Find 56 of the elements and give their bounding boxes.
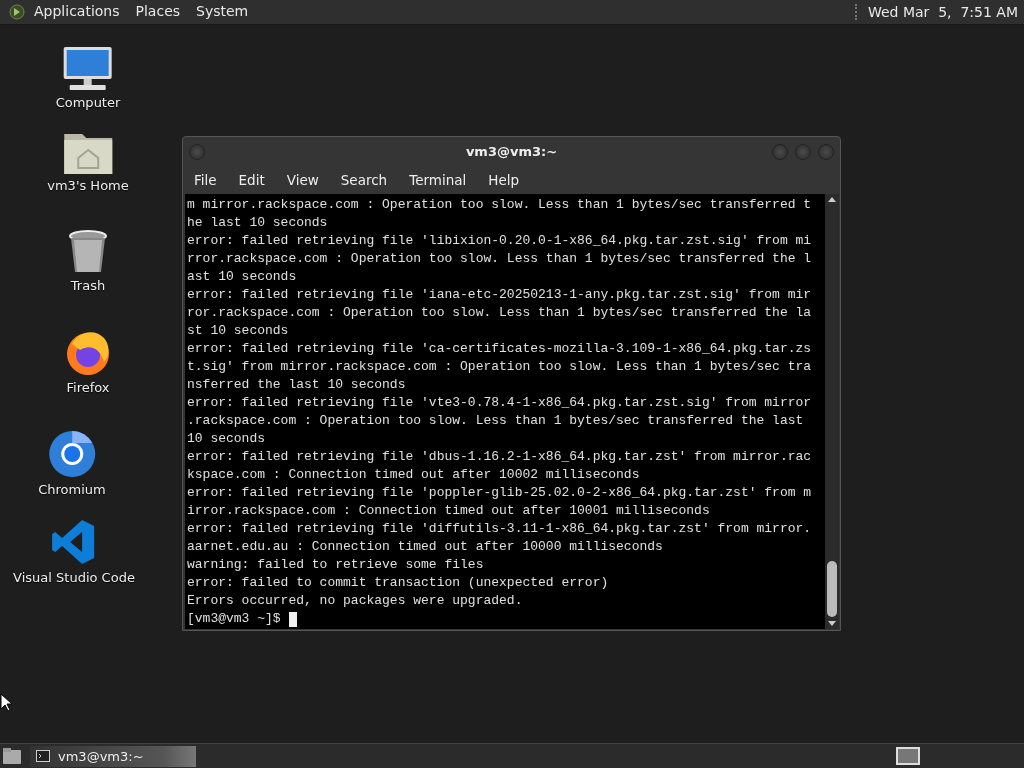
distro-logo-icon [8,3,26,21]
menu-item[interactable]: Help [479,172,529,188]
desktop-icon-label[interactable]: Computer [55,95,121,110]
menu-item[interactable]: File [185,172,226,188]
terminal-line: t.sig' from mirror.rackspace.com : Operation too slow. Less than 1 bytes/sec tra [187,358,812,376]
terminal-line: kspace.com : Connection timed out after 10002 milliseconds [187,466,640,484]
terminal-line: ror.rackspace.com : Operation too slow. Less than 1 bytes/sec transferred the la [187,304,812,322]
terminal-line: error: failed to commit transaction (unexpected error) [187,574,609,592]
terminal-line: error: failed retrieving file 'libixion-0.20.0-1-x86_64.pkg.tar.zst.sig' from mi [187,232,812,250]
panel-menu[interactable]: Applications [26,3,128,21]
terminal-line: he last 10 seconds [187,214,328,232]
menu-item[interactable]: View [277,172,328,188]
window-title: vm3@vm3:~ [465,144,558,159]
shell-prompt: [vm3@vm3 ~]$ [187,610,281,628]
terminal-icon [36,750,50,762]
show-desktop-icon [2,746,22,766]
terminal-line: error: failed retrieving file 'ca-certificates-mozilla-3.109-1-x86_64.pkg.tar.zs [187,340,812,358]
mouse-pointer-icon [0,693,14,713]
terminal-line: nsferred the last 10 seconds [187,376,406,394]
menu-item[interactable]: Terminal [400,172,476,188]
terminal-line: rror.rackspace.com : Operation too slow. Less than 1 bytes/sec transferred the l [187,250,812,268]
terminal-line: Errors occurred, no packages were upgraded. [187,592,523,610]
terminal-line: irror.rackspace.com : Connection timed out after 10001 milliseconds [187,502,710,520]
terminal-line: aarnet.edu.au : Connection timed out after 10000 milliseconds [187,538,663,556]
terminal-line: warning: failed to retrieve some files [187,556,484,574]
close-button[interactable] [818,143,834,160]
terminal-line: ast 10 seconds [187,268,297,286]
terminal-line: error: failed retrieving file 'diffutils-3.11-1-x86_64.pkg.tar.zst' from mirror. [187,520,812,538]
terminal-line: .rackspace.com : Operation too slow. Less than 1 bytes/sec transferred the last [187,412,804,430]
window-menu-button[interactable] [189,143,205,160]
clock[interactable]: Wed Mar 5, 7:51 AM [867,4,1018,20]
text-cursor [288,611,297,627]
scrollbar[interactable] [825,194,839,629]
desktop-icon-label[interactable]: Trash [70,278,106,293]
taskbar-button[interactable]: vm3@vm3:~ [30,745,196,767]
terminal-line: error: failed retrieving file 'vte3-0.78.4-1-x86_64.pkg.tar.zst.sig' from mirror [187,394,812,412]
minimize-button[interactable] [772,143,788,160]
computer-icon [62,45,114,91]
maximize-button[interactable] [795,143,811,160]
desktop-icon-label[interactable]: Chromium [38,482,106,497]
terminal-line: st 10 seconds [187,322,289,340]
desktop-icon-label[interactable]: Visual Studio Code [13,570,135,585]
menu-item[interactable]: Search [331,172,397,188]
terminal-line: m mirror.rackspace.com : Operation too slow. Less than 1 bytes/sec transferred t [187,196,812,214]
chromium-icon [48,430,96,478]
menu-item[interactable]: Edit [229,172,274,188]
terminal-line: error: failed retrieving file 'poppler-glib-25.02.0-2-x86_64.pkg.tar.zst' from m [187,484,812,502]
scrollbar-thumb[interactable] [827,561,837,617]
terminal-line: error: failed retrieving file 'iana-etc-20250213-1-any.pkg.tar.zst.sig' from mir [187,286,812,304]
desktop-icon-label[interactable]: vm3's Home [47,178,129,193]
panel-menu[interactable]: Places [127,3,189,21]
terminal-line: error: failed retrieving file 'dbus-1.16.2-1-x86_64.pkg.tar.zst' from mirror.rac [187,448,812,466]
workspace-switcher[interactable] [896,747,920,765]
terminal-line: 10 seconds [187,430,265,448]
panel-menu[interactable]: System [188,3,257,21]
desktop-icon-label[interactable]: Firefox [66,380,110,395]
